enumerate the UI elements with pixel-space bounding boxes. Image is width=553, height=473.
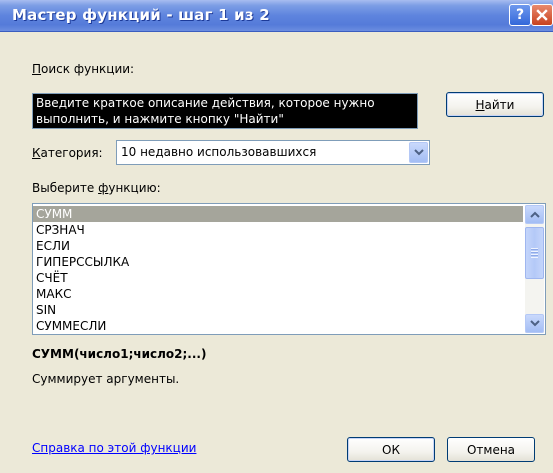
function-list-label: Выберите функцию: (32, 181, 161, 195)
list-item-summ[interactable]: СУММ (33, 206, 523, 222)
help-icon: ? (515, 7, 525, 23)
category-dropdown-button[interactable] (409, 142, 428, 163)
function-list-label-prefix: Выберите (32, 181, 99, 195)
search-label-hotkey: П (32, 62, 42, 76)
ok-button[interactable]: ОК (347, 437, 435, 462)
function-list-items: СУММ СРЗНАЧ ЕСЛИ ГИПЕРССЫЛКА СЧЁТ МАКС S… (33, 206, 523, 334)
function-list-label-hotkey: ф (98, 181, 109, 195)
list-item-hyperlink[interactable]: ГИПЕРССЫЛКА (33, 254, 523, 270)
close-button[interactable] (531, 4, 553, 26)
find-button-label: айти (484, 97, 515, 112)
search-label: Поиск функции: (32, 62, 134, 76)
category-label-rest: атегория: (40, 146, 103, 160)
function-list[interactable]: СУММ СРЗНАЧ ЕСЛИ ГИПЕРССЫЛКА СЧЁТ МАКС S… (32, 203, 546, 335)
list-item-sin[interactable]: SIN (33, 302, 523, 318)
function-description: Суммирует аргументы. (32, 372, 180, 386)
list-item-esli[interactable]: ЕСЛИ (33, 238, 523, 254)
category-label-hotkey: К (32, 146, 41, 160)
function-list-label-rest: ункцию: (108, 181, 161, 195)
list-item-srznach[interactable]: СРЗНАЧ (33, 222, 523, 238)
category-label: Категория: (32, 146, 103, 160)
find-button-hotkey: Н (475, 97, 485, 112)
search-input[interactable]: Введите краткое описание действия, котор… (32, 93, 418, 129)
close-icon (536, 9, 548, 21)
chevron-down-icon (529, 320, 540, 327)
help-button[interactable]: ? (509, 4, 531, 26)
chevron-down-icon (413, 149, 424, 156)
cancel-button[interactable]: Отмена (447, 437, 535, 462)
window-title: Мастер функций - шаг 1 из 2 (12, 6, 270, 24)
scroll-up-button[interactable] (525, 205, 544, 224)
search-label-rest: оиск функции: (41, 62, 135, 76)
function-syntax: СУММ(число1;число2;...) (32, 347, 207, 361)
chevron-up-icon (529, 211, 540, 218)
list-item-summesli[interactable]: СУММЕСЛИ (33, 318, 523, 334)
list-item-schet[interactable]: СЧЁТ (33, 270, 523, 286)
category-value: 10 недавно использовавшихся (121, 145, 317, 159)
title-bar[interactable]: Мастер функций - шаг 1 из 2 ? (0, 0, 553, 32)
scroll-thumb[interactable] (525, 227, 544, 279)
function-list-scrollbar[interactable] (525, 205, 544, 333)
help-link[interactable]: Справка по этой функции (32, 441, 196, 455)
category-select[interactable]: 10 недавно использовавшихся (116, 140, 430, 165)
grip-icon (531, 248, 538, 258)
find-button[interactable]: Найти (446, 92, 544, 117)
list-item-maks[interactable]: МАКС (33, 286, 523, 302)
scroll-down-button[interactable] (525, 314, 544, 333)
